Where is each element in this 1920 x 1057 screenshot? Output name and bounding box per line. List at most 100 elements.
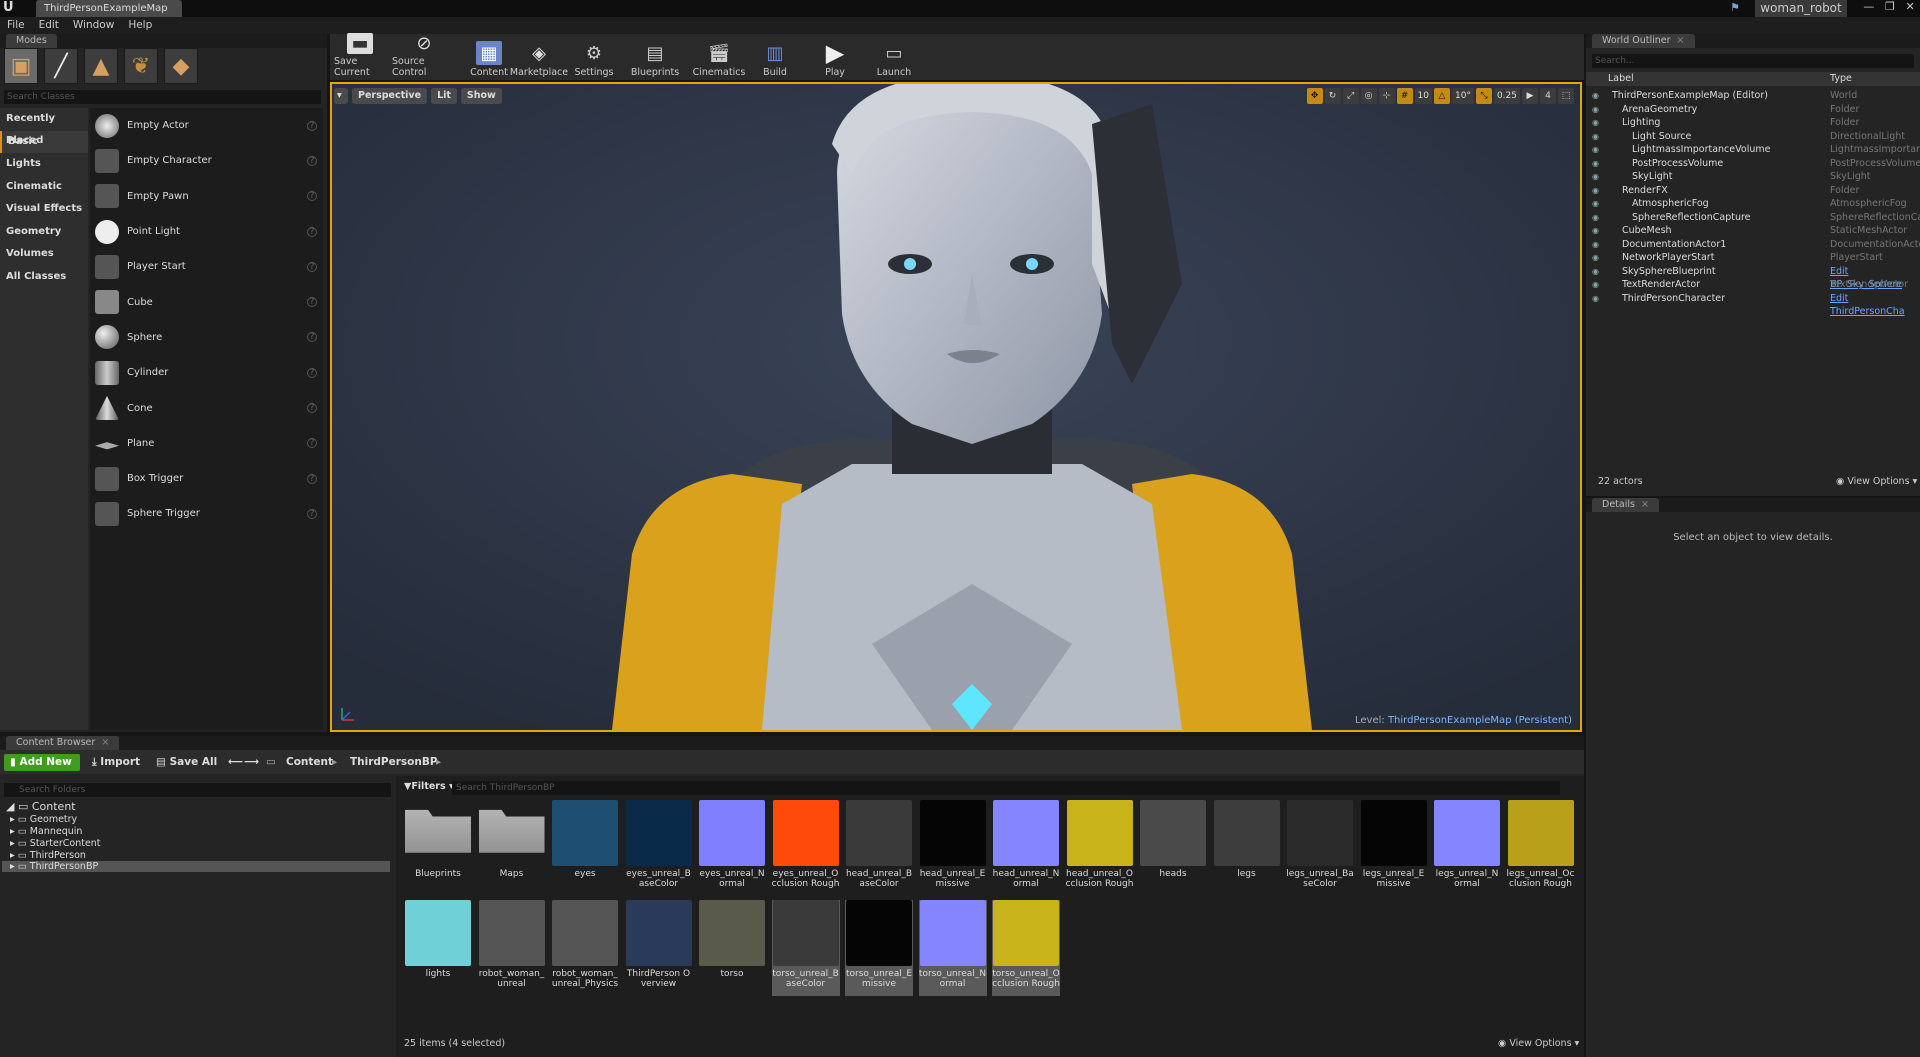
outliner-row[interactable]: ◉ NetworkPlayerStart PlayerStart: [1586, 251, 1920, 265]
outliner-search-input[interactable]: Search...: [1592, 54, 1914, 68]
world-local-icon[interactable]: ◎: [1360, 88, 1377, 104]
asset-tile[interactable]: legs_unreal_BaseColor: [1286, 800, 1354, 896]
visibility-eye-icon[interactable]: ◉: [1592, 103, 1599, 117]
category-volumes[interactable]: Volumes: [0, 243, 88, 266]
visibility-eye-icon[interactable]: ◉: [1592, 211, 1599, 225]
menu-window[interactable]: Window: [73, 17, 114, 34]
placeable-empty-character[interactable]: Empty Character?: [90, 143, 323, 178]
outliner-row[interactable]: ◉ CubeMesh StaticMeshActor: [1586, 224, 1920, 238]
scale-snap-icon[interactable]: ⤡: [1475, 88, 1492, 104]
placeable-cube[interactable]: Cube?: [90, 284, 323, 319]
viewport-menu-button[interactable]: ▾: [334, 88, 348, 104]
outliner-row[interactable]: ◉ LightmassImportanceVolume LightmassImpor…: [1586, 143, 1920, 157]
help-icon[interactable]: ?: [307, 367, 317, 378]
visibility-eye-icon[interactable]: ◉: [1592, 116, 1599, 130]
import-button[interactable]: ⤓ Import: [92, 754, 140, 771]
tree-geometry[interactable]: ▸ ▭ Geometry: [10, 814, 77, 825]
visibility-eye-icon[interactable]: ◉: [1592, 170, 1599, 184]
asset-tile[interactable]: legs_unreal_Emissive: [1360, 800, 1428, 896]
help-icon[interactable]: ?: [307, 438, 317, 449]
rotation-snap-value[interactable]: 10°: [1452, 88, 1474, 104]
help-icon[interactable]: ?: [307, 403, 317, 414]
asset-tile[interactable]: eyes_unreal_Occlusion Roughness: [772, 800, 840, 896]
show-button[interactable]: Show: [460, 88, 502, 104]
tree-thirdperson[interactable]: ▸ ▭ ThirdPerson: [10, 850, 86, 861]
details-tab[interactable]: Details ×: [1592, 498, 1659, 512]
asset-tile[interactable]: legs_unreal_Occlusion Roughness: [1507, 800, 1575, 896]
camera-speed-icon[interactable]: ▶: [1522, 88, 1538, 104]
tree-mannequin[interactable]: ▸ ▭ Mannequin: [10, 826, 82, 837]
placeable-cylinder[interactable]: Cylinder?: [90, 355, 323, 390]
level-viewport[interactable]: ▾ Perspective Lit Show ✥ ↻ ⤢ ◎ ⊹ # 10 △ …: [330, 82, 1582, 732]
help-icon[interactable]: ?: [307, 120, 317, 131]
content-browser-tab[interactable]: Content Browser ×: [6, 736, 120, 750]
outliner-row[interactable]: ◉ ThirdPersonExampleMap (Editor) World: [1586, 89, 1920, 103]
asset-tile[interactable]: legs_unreal_Normal: [1433, 800, 1501, 896]
scale-icon[interactable]: ⤢: [1342, 88, 1359, 104]
type-column-header[interactable]: Type: [1830, 73, 1852, 84]
outliner-row[interactable]: ◉ PostProcessVolume PostProcessVolume: [1586, 157, 1920, 171]
breadcrumb-thirdpersonbp[interactable]: ThirdPersonBP: [350, 754, 438, 771]
cinematics-button[interactable]: 🎬︎ Cinematics: [693, 36, 746, 79]
placeable-sphere-trigger[interactable]: Sphere Trigger?: [90, 496, 323, 531]
category-all-classes[interactable]: All Classes: [0, 266, 88, 289]
asset-tile[interactable]: lights: [404, 900, 472, 996]
help-icon[interactable]: ?: [307, 261, 317, 272]
category-visual-effects[interactable]: Visual Effects: [0, 198, 88, 221]
save-current-button[interactable]: ▬ Save Current: [334, 33, 386, 78]
world-outliner-tab[interactable]: World Outliner ×: [1592, 34, 1695, 48]
tree-startercontent[interactable]: ▸ ▭ StarterContent: [10, 838, 101, 849]
asset-tile[interactable]: ThirdPerson Overview: [625, 900, 693, 996]
asset-tile[interactable]: head_unreal_Emissive: [919, 800, 987, 896]
asset-tile[interactable]: Blueprints: [404, 800, 472, 896]
lit-button[interactable]: Lit: [431, 88, 457, 104]
perspective-button[interactable]: Perspective: [352, 88, 428, 104]
menu-edit[interactable]: Edit: [39, 17, 59, 34]
asset-tile[interactable]: heads: [1139, 800, 1207, 896]
level-document-tab[interactable]: ThirdPersonExampleMap: [36, 0, 182, 17]
paint-mode-icon[interactable]: ╱: [44, 48, 78, 84]
outliner-row[interactable]: ◉ SkyLight SkyLight: [1586, 170, 1920, 184]
settings-button[interactable]: ⚙ Settings: [574, 36, 614, 79]
visibility-eye-icon[interactable]: ◉: [1592, 130, 1599, 144]
modes-tab[interactable]: Modes: [6, 34, 57, 48]
asset-tile[interactable]: torso_unreal_BaseColor: [771, 900, 840, 996]
asset-search-input[interactable]: Search ThirdPersonBP: [452, 781, 1560, 795]
help-icon[interactable]: ?: [307, 226, 317, 237]
minimize-button[interactable]: —: [1863, 0, 1874, 14]
placeable-cone[interactable]: Cone?: [90, 390, 323, 425]
outliner-row[interactable]: ◉ DocumentationActor1 DocumentationActor: [1586, 238, 1920, 252]
build-button[interactable]: ▥ Build: [760, 36, 790, 79]
visibility-eye-icon[interactable]: ◉: [1592, 238, 1599, 252]
visibility-eye-icon[interactable]: ◉: [1592, 89, 1599, 103]
grid-snap-icon[interactable]: #: [1396, 88, 1413, 104]
visibility-eye-icon[interactable]: ◉: [1592, 197, 1599, 211]
outliner-row-type[interactable]: Edit ThirdPersonCha: [1830, 292, 1920, 319]
placeable-empty-pawn[interactable]: Empty Pawn?: [90, 179, 323, 214]
tree-content-root[interactable]: ◢ ▭ Content: [6, 800, 76, 813]
asset-tile[interactable]: robot_woman_unreal_Physics Asset: [551, 900, 619, 996]
back-button[interactable]: ⟵: [228, 754, 243, 771]
visibility-eye-icon[interactable]: ◉: [1592, 184, 1599, 198]
asset-tile[interactable]: eyes: [551, 800, 619, 896]
outliner-row[interactable]: ◉ SphereReflectionCapture SphereReflection…: [1586, 211, 1920, 225]
asset-tile[interactable]: head_unreal_Occlusion Roughness: [1066, 800, 1134, 896]
outliner-row[interactable]: ◉ ArenaGeometry Folder: [1586, 103, 1920, 117]
surface-snap-icon[interactable]: ⊹: [1378, 88, 1395, 104]
help-icon[interactable]: ?: [307, 332, 317, 343]
asset-tile[interactable]: head_unreal_BaseColor: [845, 800, 913, 896]
outliner-row[interactable]: ◉ TextRenderActor TextRenderActor: [1586, 278, 1920, 292]
outliner-row[interactable]: ◉ SkySphereBlueprint Edit BP_Sky_Sphere: [1586, 265, 1920, 291]
outliner-row[interactable]: ◉ ThirdPersonCharacter Edit ThirdPersonCha: [1586, 292, 1920, 318]
rotation-snap-icon[interactable]: △: [1434, 88, 1450, 104]
help-icon[interactable]: ?: [307, 508, 317, 519]
outliner-row[interactable]: ◉ Lighting Folder: [1586, 116, 1920, 130]
outliner-row[interactable]: ◉ AtmosphericFog AtmosphericFog: [1586, 197, 1920, 211]
placeable-point-light[interactable]: Point Light?: [90, 214, 323, 249]
asset-tile[interactable]: eyes_unreal_BaseColor: [625, 800, 693, 896]
asset-tile[interactable]: eyes_unreal_Normal: [698, 800, 766, 896]
breadcrumb-content[interactable]: Content: [286, 754, 333, 771]
place-mode-icon[interactable]: ▣: [4, 48, 38, 84]
placeable-player-start[interactable]: Player Start?: [90, 249, 323, 284]
asset-tile[interactable]: robot_woman_unreal: [478, 900, 546, 996]
